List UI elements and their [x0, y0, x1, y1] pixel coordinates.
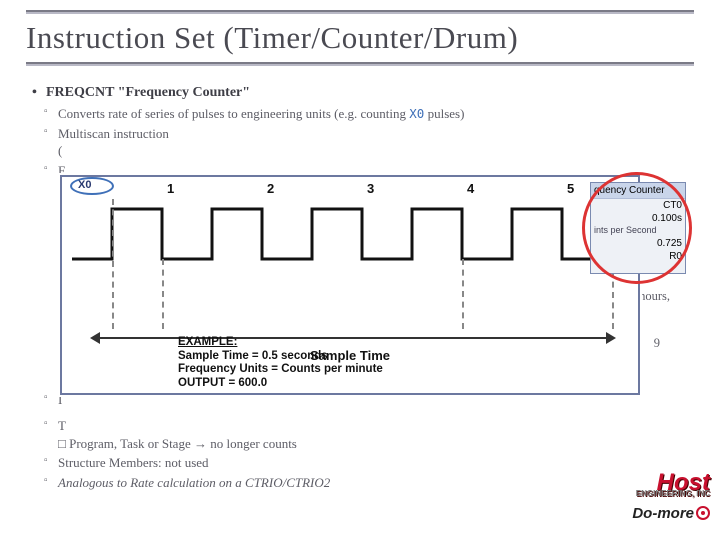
pulse-num-4: 4	[467, 181, 474, 196]
param-reg: R0	[591, 250, 685, 263]
sub-bullet-t: T □ Program, Task or Stage → no longer c…	[44, 417, 694, 452]
dash-p4	[462, 259, 464, 329]
stray-text-hours: hours,	[639, 289, 670, 304]
dash-start	[112, 199, 114, 329]
signal-label: X0	[78, 179, 91, 191]
domore-logo: Do-more	[590, 505, 710, 522]
param-time: 0.100s	[591, 212, 685, 225]
pulse-num-5: 5	[567, 181, 574, 196]
bullet-level-2: Converts rate of series of pulses to eng…	[44, 105, 694, 180]
example-block: EXAMPLE: Sample Time = 0.5 seconds Frequ…	[178, 336, 383, 391]
param-header: quency Counter	[591, 183, 685, 199]
param-ct: CT0	[591, 199, 685, 212]
rule-top	[26, 10, 694, 14]
diagram-inner: X0 1 2 3 4 5 Sample Time EXAMPLE: Sample…	[62, 177, 638, 393]
signal-oval	[70, 177, 114, 195]
code-x0: X0	[409, 106, 424, 121]
main-bullet: FREQCNT "Frequency Counter"	[32, 84, 694, 103]
sub-bullet-multiscan: Multiscan instruction (	[44, 125, 694, 160]
param-scale: 0.725	[591, 237, 685, 250]
sub-bullet-struct: Structure Members: not used	[44, 454, 694, 472]
host-logo-text: Host ENGINEERING, INC	[590, 473, 710, 497]
sub-bullet-converts: Converts rate of series of pulses to eng…	[44, 105, 694, 123]
example-line-1: Sample Time = 0.5 seconds	[178, 350, 328, 362]
page-title: Instruction Set (Timer/Counter/Drum)	[26, 20, 694, 56]
timing-diagram: X0 1 2 3 4 5 Sample Time EXAMPLE: Sample…	[60, 175, 640, 395]
ring-icon	[696, 506, 710, 520]
example-line-3: OUTPUT = 600.0	[178, 377, 267, 389]
pulse-num-2: 2	[267, 181, 274, 196]
pulse-num-3: 3	[367, 181, 374, 196]
example-line-2: Frequency Units = Counts per minute	[178, 363, 383, 375]
vendor-logo: Host ENGINEERING, INC Do-more	[590, 473, 710, 522]
stray-text-9: 9	[654, 336, 660, 351]
bullet-level-1: FREQCNT "Frequency Counter"	[32, 84, 694, 103]
example-heading: EXAMPLE:	[178, 336, 237, 348]
rule-under-title	[26, 62, 694, 66]
slide: Instruction Set (Timer/Counter/Drum) FRE…	[0, 0, 720, 540]
arrow-right-icon	[606, 332, 616, 344]
param-unit: ints per Second	[591, 225, 685, 237]
pulse-waveform	[72, 199, 632, 269]
dash-p1	[162, 259, 164, 329]
parameter-panel: quency Counter CT0 0.100s ints per Secon…	[590, 182, 686, 274]
pulse-num-1: 1	[167, 181, 174, 196]
